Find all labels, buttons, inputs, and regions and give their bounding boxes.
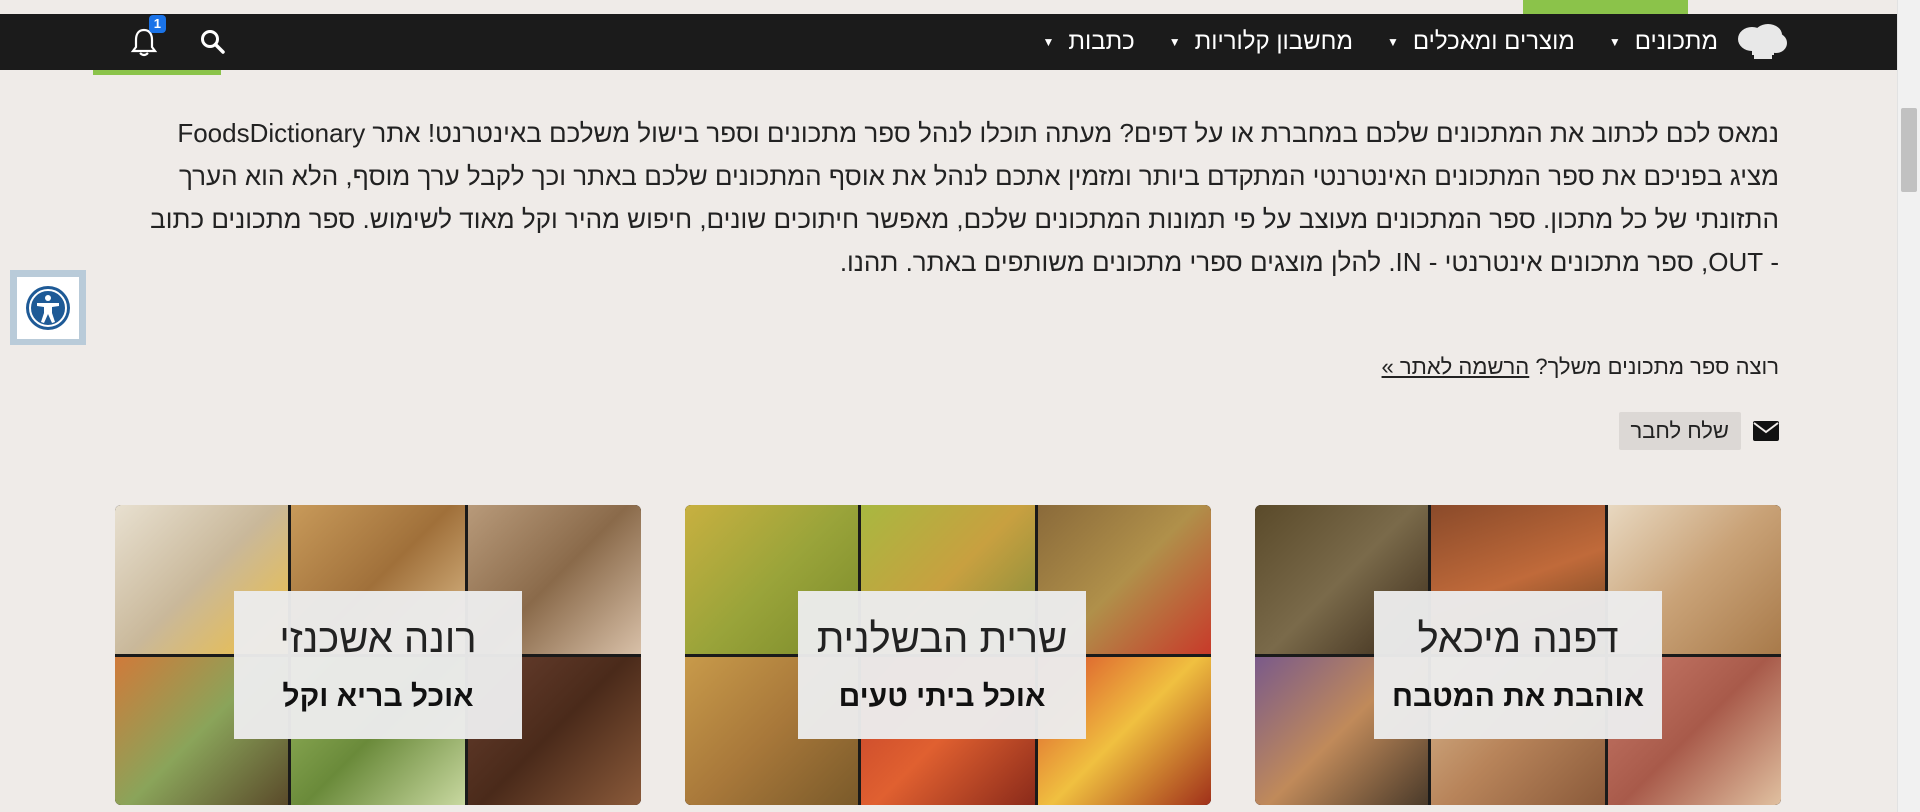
notifications-button[interactable]: 1 [130,15,166,57]
search-button[interactable] [200,29,226,55]
signup-link[interactable]: הרשמה לאתר » [1382,354,1530,379]
card-author-name: דפנה מיכאל [1417,616,1619,661]
chevron-down-icon: ▼ [1608,35,1621,49]
top-strip [0,0,1898,14]
card-author-name: רונה אשכנזי [279,616,477,661]
recipe-book-card[interactable]: רונה אשכנזי אוכל בריא וקל [115,505,641,805]
accessibility-button-inner [17,276,79,339]
nav-recipes[interactable]: מתכונים ▼ [1609,28,1718,56]
signup-question: רוצה ספר מתכונים משלך? [1535,354,1779,379]
recipe-book-card[interactable]: דפנה מיכאל אוהבת את המטבח [1255,505,1781,805]
nav-articles-label: כתבות [1068,28,1135,55]
card-label-box: רונה אשכנזי אוכל בריא וקל [234,591,522,739]
nav-products-label: מוצרים ומאכלים [1412,28,1575,55]
signup-line: רוצה ספר מתכונים משלך? הרשמה לאתר » [1382,354,1779,380]
card-tagline: אוכל ביתי טעים [838,679,1046,713]
card-label-box: דפנה מיכאל אוהבת את המטבח [1374,591,1662,739]
search-icon [201,30,225,54]
page-scrollbar[interactable] [1897,0,1920,812]
scrollbar-thumb[interactable] [1901,108,1917,192]
recipe-book-card[interactable]: שרית הבשלנית אוכל ביתי טעים [685,505,1211,805]
nav-articles[interactable]: כתבות ▼ [1043,28,1135,56]
card-tagline: אוהבת את המטבח [1391,679,1645,713]
card-label-box: שרית הבשלנית אוכל ביתי טעים [798,591,1086,739]
share-label: שלח לחבר [1618,412,1741,450]
navbar: מתכונים ▼ מוצרים ומאכלים ▼ מחשבון קלוריו… [0,14,1898,70]
chevron-down-icon: ▼ [1042,35,1055,49]
nav-calorie-calculator-label: מחשבון קלוריות [1194,28,1353,55]
card-tagline: אוכל בריא וקל [282,679,474,713]
card-author-name: שרית הבשלנית [816,616,1068,661]
chef-hat-logo-icon[interactable] [1736,22,1788,62]
nav-recipes-label: מתכונים [1634,28,1718,55]
main-nav: מתכונים ▼ מוצרים ומאכלים ▼ מחשבון קלוריו… [1009,14,1788,70]
nav-products[interactable]: מוצרים ומאכלים ▼ [1387,28,1575,56]
chevron-down-icon: ▼ [1168,35,1181,49]
active-underline [93,70,221,75]
envelope-icon [1753,421,1779,441]
share-to-friend-button[interactable]: שלח לחבר [1618,411,1779,451]
chevron-down-icon: ▼ [1386,35,1399,49]
nav-actions: 1 [130,14,226,70]
accessibility-button[interactable] [10,270,86,345]
nav-calorie-calculator[interactable]: מחשבון קלוריות ▼ [1169,28,1353,56]
intro-paragraph: נמאס לכם לכתוב את המתכונים שלכם במחברת א… [150,118,1779,277]
accessibility-icon [26,285,70,330]
notification-count-badge: 1 [148,15,166,33]
green-tab [1523,0,1688,14]
